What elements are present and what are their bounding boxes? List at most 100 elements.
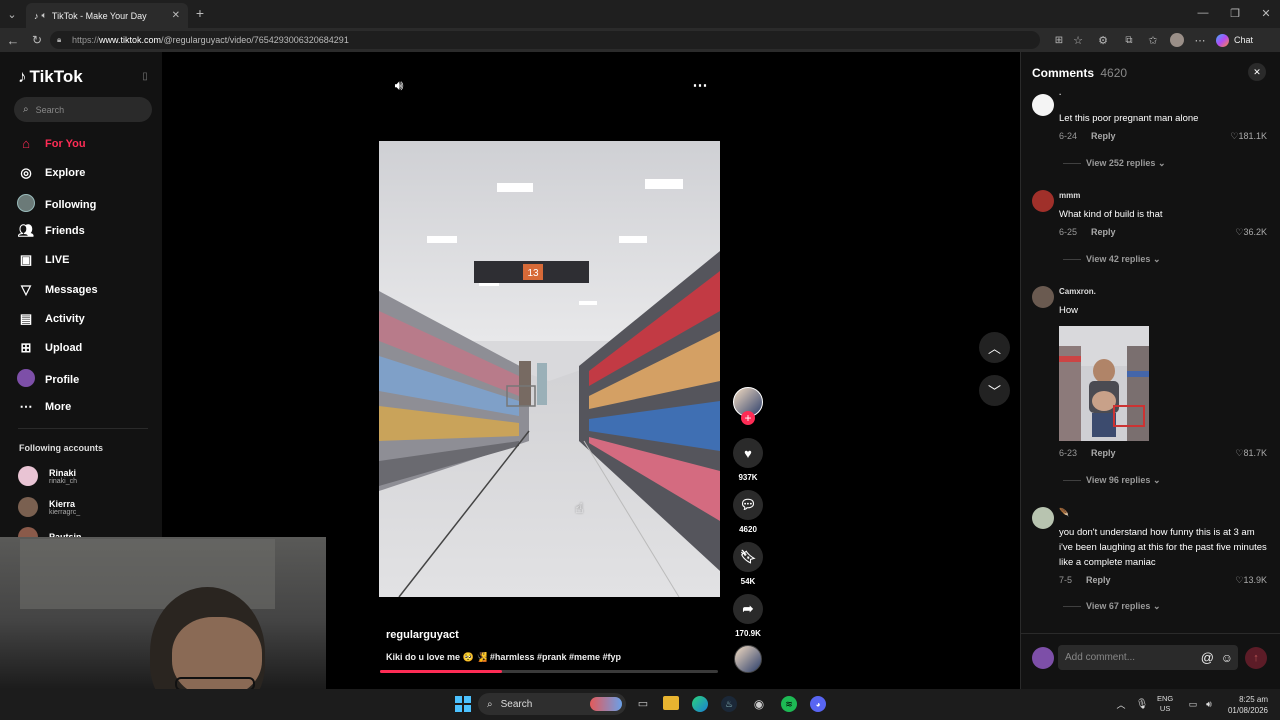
clock[interactable]: 8:25 am 01/08/2026	[1222, 694, 1268, 716]
next-video-button[interactable]: ﹀	[979, 375, 1010, 406]
reply-button[interactable]: Reply	[1091, 131, 1116, 141]
mention-icon[interactable]: @	[1201, 650, 1214, 665]
comment-like[interactable]: ♡13.9K	[1235, 575, 1267, 586]
comment-text: Let this poor pregnant man alone	[1059, 113, 1199, 124]
bookmark-icon[interactable]: 🔖︎	[733, 542, 763, 572]
heart-icon[interactable]: ♥	[733, 438, 763, 468]
sidebar-item-friends[interactable]: 👥︎ Friends	[16, 223, 85, 239]
search-field[interactable]: ⌕ Search	[14, 97, 152, 122]
comment-bubble-icon[interactable]: 💬︎	[733, 490, 763, 520]
sidebar-item-explore[interactable]: ◎ Explore	[16, 165, 85, 181]
close-window-button[interactable]: ✕	[1258, 6, 1274, 20]
steam-icon[interactable]: ♨	[721, 696, 737, 712]
sidebar-item-following[interactable]: Following	[16, 194, 96, 215]
add-comment-input[interactable]: Add comment... @ ☺	[1058, 645, 1238, 670]
following-account-kierra[interactable]: Kierra kierragrc_	[18, 497, 80, 517]
volume-tray-icon[interactable]: 🔊︎	[1203, 698, 1215, 710]
sidebar-item-for-you[interactable]: ⌂ For You	[16, 136, 85, 151]
saves-count: 54K	[740, 577, 756, 586]
view-replies-button[interactable]: —— View 96 replies ⌄	[1063, 475, 1160, 486]
show-hidden-icons[interactable]: ︿	[1115, 698, 1127, 710]
video-player[interactable]: 13	[379, 141, 720, 597]
edge-browser-icon[interactable]	[692, 696, 708, 712]
favorite-star-icon[interactable]: ☆	[1071, 33, 1085, 47]
spotify-icon[interactable]: ≋	[781, 696, 797, 712]
sidebar-item-more[interactable]: ⋯ More	[16, 399, 72, 415]
view-replies-button[interactable]: —— View 67 replies ⌄	[1063, 601, 1160, 612]
comment-username[interactable]: mmm	[1059, 191, 1080, 200]
avatar[interactable]	[1032, 507, 1054, 529]
volume-icon[interactable]: 🔊︎	[389, 76, 409, 94]
sidebar-item-messages[interactable]: ▽ Messages	[16, 282, 98, 298]
comment-username[interactable]: 🪶	[1059, 508, 1069, 517]
sidebar-item-activity[interactable]: ▤ Activity	[16, 311, 85, 327]
split-screen-icon[interactable]: ⧉	[1122, 33, 1136, 47]
start-windows-icon[interactable]	[455, 696, 471, 712]
previous-video-button[interactable]: ︿	[979, 332, 1010, 363]
following-account-rinaki[interactable]: Rinaki rinaki_ch	[18, 466, 77, 486]
video-author[interactable]: regularguyact	[386, 629, 459, 641]
comment-username[interactable]: Camxron.	[1059, 287, 1096, 296]
task-view-icon[interactable]: ▭	[636, 696, 650, 710]
refresh-button[interactable]: ↻	[29, 32, 45, 48]
comment-action[interactable]: 💬︎ 4620	[733, 490, 763, 534]
view-replies-button[interactable]: —— View 42 replies ⌄	[1063, 254, 1160, 265]
close-tab-icon[interactable]: ✕	[172, 10, 180, 21]
sound-disc[interactable]	[734, 645, 762, 673]
tiktok-logo[interactable]: ♪ TikTok	[18, 67, 83, 87]
extensions-icon[interactable]: ⚙	[1096, 33, 1110, 47]
more-options-icon[interactable]: ⋯	[690, 76, 710, 94]
url-field[interactable]: 🔒︎ https://www.tiktok.com/@regularguyact…	[50, 31, 1040, 49]
sidebar-item-label: Activity	[45, 313, 85, 325]
collapse-sidebar-icon[interactable]: ▯	[138, 69, 152, 83]
close-comments-button[interactable]: ✕	[1248, 63, 1266, 81]
app-icon[interactable]: ◉	[751, 696, 767, 712]
comment-image-attachment[interactable]	[1059, 326, 1149, 441]
network-icon[interactable]: ▭	[1187, 698, 1199, 710]
like-action[interactable]: ♥ 937K	[733, 438, 763, 482]
copilot-chat-button[interactable]: Chat	[1216, 31, 1266, 49]
reply-button[interactable]: Reply	[1091, 448, 1116, 458]
view-replies-button[interactable]: —— View 252 replies ⌄	[1063, 158, 1165, 169]
file-explorer-icon[interactable]	[663, 696, 679, 710]
sidebar-item-live[interactable]: ▣ LIVE	[16, 252, 70, 268]
emoji-icon[interactable]: ☺	[1221, 651, 1233, 665]
profile-avatar[interactable]	[1170, 33, 1184, 47]
maximize-button[interactable]: ❐	[1227, 6, 1243, 20]
comment-likes: 181.1K	[1238, 131, 1267, 141]
video-progress-bar[interactable]	[380, 670, 718, 673]
back-button[interactable]: ←	[5, 32, 21, 48]
new-tab-button[interactable]: +	[193, 5, 207, 21]
browser-tab[interactable]: ♪ 🔈︎ TikTok - Make Your Day ✕	[26, 3, 188, 28]
taskbar-search[interactable]: ⌕ Search	[478, 693, 626, 715]
comment-like[interactable]: ♡181.1K	[1230, 131, 1267, 142]
discord-icon[interactable]: ◕	[810, 696, 826, 712]
comment-like[interactable]: ♡36.2K	[1235, 227, 1267, 238]
share-arrow-icon[interactable]: ➦	[733, 594, 763, 624]
avatar[interactable]	[1032, 286, 1054, 308]
avatar[interactable]	[1032, 190, 1054, 212]
tab-list-button[interactable]: ⌄	[4, 6, 20, 22]
comment-username[interactable]: ·	[1059, 90, 1062, 99]
favorites-bar-icon[interactable]: ✩	[1146, 33, 1160, 47]
minimize-button[interactable]: —	[1195, 6, 1211, 20]
save-action[interactable]: 🔖︎ 54K	[733, 542, 763, 586]
avatar[interactable]	[1032, 94, 1054, 116]
share-action[interactable]: ➦ 170.9K	[733, 594, 763, 638]
sidebar-item-profile[interactable]: Profile	[16, 369, 79, 390]
microphone-icon[interactable]: 🎙︎	[1136, 698, 1149, 710]
post-comment-button[interactable]: ↑	[1245, 647, 1267, 669]
settings-more-icon[interactable]: ⋯	[1193, 33, 1207, 47]
chevron-down-icon: ⌄	[1157, 158, 1166, 168]
comment-text: you don't understand how funny this is a…	[1059, 527, 1267, 568]
comment-like[interactable]: ♡81.7K	[1235, 448, 1267, 459]
reply-button[interactable]: Reply	[1091, 227, 1116, 237]
app-available-icon[interactable]: ⊞	[1052, 33, 1066, 47]
video-caption: Kiki do u love me 🥺 🧏 #harmless #prank #…	[386, 652, 622, 662]
sidebar-item-label: Messages	[45, 284, 98, 296]
language-indicator[interactable]: ENG US	[1157, 694, 1173, 714]
follow-plus-icon[interactable]: +	[741, 411, 755, 425]
reply-button[interactable]: Reply	[1086, 575, 1111, 585]
sidebar-item-upload[interactable]: ⊞ Upload	[16, 340, 83, 356]
speaker-icon[interactable]: 🔈︎	[42, 10, 47, 21]
